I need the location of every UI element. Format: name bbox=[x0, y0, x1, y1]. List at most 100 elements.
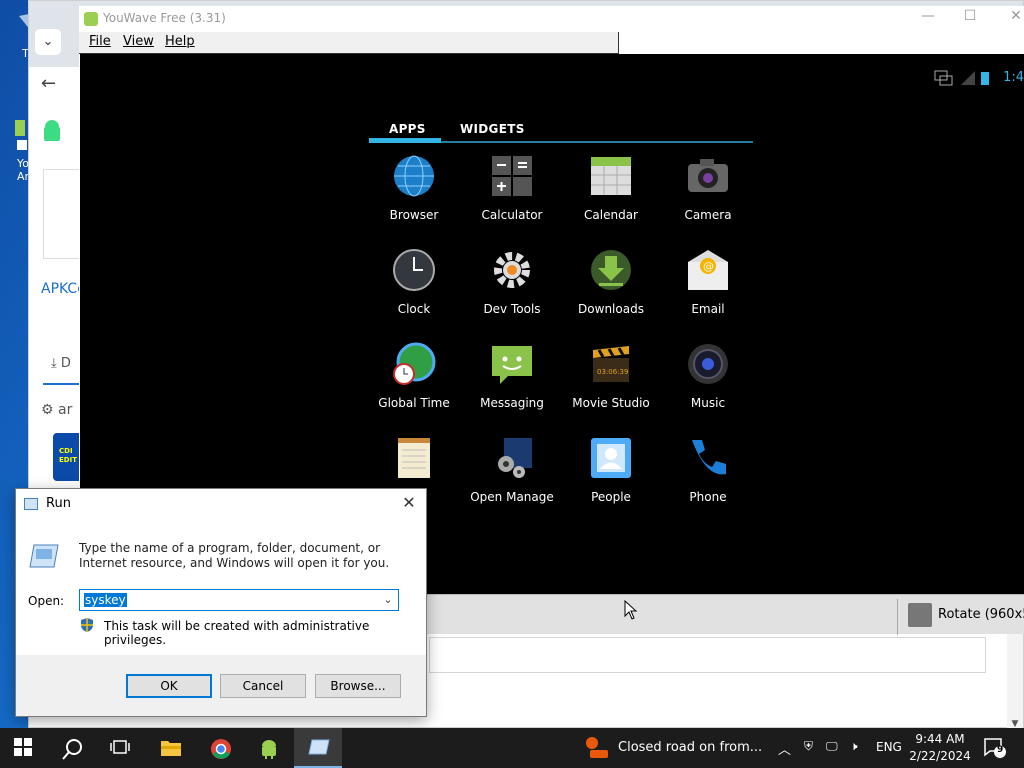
youwave-taskbar-button[interactable] bbox=[244, 728, 292, 768]
app-calculator[interactable]: Calculator bbox=[463, 154, 561, 238]
run-icon bbox=[24, 498, 38, 510]
notification-ticker[interactable]: Closed road on from... bbox=[584, 728, 774, 768]
volume-button[interactable]: 🕨 bbox=[850, 728, 868, 768]
run-taskbar-button[interactable] bbox=[294, 728, 342, 768]
notepad-icon bbox=[398, 438, 430, 478]
run-title: Run bbox=[46, 496, 71, 511]
app-open-manager[interactable]: Open Manage bbox=[463, 436, 561, 520]
search-button[interactable] bbox=[48, 728, 96, 768]
download-tab[interactable]: ⤓ D bbox=[51, 356, 71, 371]
app-clock[interactable]: Clock bbox=[365, 248, 463, 332]
tab-indicator bbox=[43, 383, 83, 385]
language-label: ENG bbox=[876, 740, 902, 754]
app-movie-studio[interactable]: 03:06:39 Movie Studio bbox=[562, 342, 660, 426]
rotate-button[interactable]: Rotate (960x54 bbox=[897, 599, 1024, 635]
app-people[interactable]: People bbox=[562, 436, 660, 520]
chevron-up-icon: ︿ bbox=[778, 743, 792, 758]
app-dev-tools[interactable]: Dev Tools bbox=[463, 248, 561, 332]
close-button[interactable]: ✕ bbox=[398, 493, 420, 512]
app-messaging[interactable]: Messaging bbox=[463, 342, 561, 426]
battery-icon bbox=[981, 72, 989, 85]
android-icon bbox=[262, 740, 276, 759]
app-thumbnail-label: CDI EDIT bbox=[59, 447, 77, 464]
app-downloads[interactable]: Downloads bbox=[562, 248, 660, 332]
traffic-alert-icon bbox=[586, 737, 608, 758]
run-titlebar: Run ✕ bbox=[16, 489, 426, 519]
tray-overflow-button[interactable]: ︿ bbox=[778, 728, 796, 768]
youwave-titlebar: YouWave Free (3.31) — ☐ ✕ bbox=[79, 6, 1024, 32]
app-label: Calculator bbox=[481, 208, 543, 222]
search-icon bbox=[62, 739, 82, 760]
tray-icon[interactable]: 🖵 bbox=[826, 728, 844, 768]
run-body: Type the name of a program, folder, docu… bbox=[16, 519, 426, 655]
download-icon bbox=[591, 250, 631, 290]
page-input-field[interactable] bbox=[429, 637, 986, 673]
clock-button[interactable]: 9:44 AM 2/22/2024 bbox=[908, 728, 972, 768]
app-global-time[interactable]: Global Time bbox=[365, 342, 463, 426]
network-icon bbox=[934, 70, 953, 86]
chevron-down-icon[interactable]: ⌄ bbox=[378, 590, 398, 610]
app-label: Messaging bbox=[480, 396, 544, 410]
app-label: Email bbox=[691, 302, 725, 316]
app-label: Dev Tools bbox=[483, 302, 541, 316]
settings-row-label: ar bbox=[58, 402, 73, 418]
rotate-icon bbox=[908, 603, 932, 627]
start-button[interactable] bbox=[0, 728, 48, 768]
file-explorer-button[interactable] bbox=[146, 728, 194, 768]
app-phone[interactable]: Phone bbox=[659, 436, 757, 520]
speaker-icon bbox=[688, 344, 728, 384]
chrome-icon bbox=[211, 739, 231, 759]
settings-row[interactable]: ⚙ ar bbox=[41, 402, 72, 418]
browse-button[interactable]: Browse... bbox=[315, 674, 401, 698]
contact-icon bbox=[591, 438, 631, 478]
menu-help[interactable]: Help bbox=[165, 34, 195, 49]
cancel-button[interactable]: Cancel bbox=[220, 674, 306, 698]
phone-icon bbox=[692, 440, 726, 475]
app-label: Movie Studio bbox=[572, 396, 650, 410]
maximize-button[interactable]: ☐ bbox=[959, 8, 981, 24]
app-music[interactable]: Music bbox=[659, 342, 757, 426]
run-program-icon bbox=[308, 739, 330, 755]
app-calendar[interactable]: Calendar bbox=[562, 154, 660, 238]
clock-date: 2/22/2024 bbox=[909, 749, 971, 763]
admin-note: This task will be created with administr… bbox=[104, 619, 370, 647]
open-input[interactable]: syskey ⌄ bbox=[79, 589, 399, 611]
globe-icon bbox=[394, 155, 434, 197]
clock-time: 9:44 AM bbox=[915, 732, 965, 746]
app-label: Browser bbox=[389, 208, 439, 222]
task-view-button[interactable] bbox=[96, 728, 144, 768]
run-dialog: Run ✕ Type the name of a program, folder… bbox=[15, 488, 427, 717]
windows-icon bbox=[14, 738, 32, 756]
app-browser[interactable]: Browser bbox=[365, 154, 463, 238]
monitor-icon: 🖵 bbox=[826, 739, 838, 753]
language-button[interactable]: ENG bbox=[876, 728, 902, 768]
run-description: Type the name of a program, folder, docu… bbox=[79, 541, 390, 570]
app-label: Downloads bbox=[578, 302, 644, 316]
chrome-button[interactable] bbox=[196, 728, 244, 768]
tray-icon[interactable]: ⛨ bbox=[804, 728, 820, 768]
app-label: Calendar bbox=[584, 208, 638, 222]
app-email[interactable]: @ Email bbox=[659, 248, 757, 332]
chevron-down-icon[interactable]: ⌄ bbox=[35, 29, 61, 55]
chip-icon: ⚙ bbox=[41, 402, 54, 418]
clock-icon bbox=[393, 249, 435, 291]
svg-text:@: @ bbox=[703, 260, 714, 273]
tab-widgets[interactable]: WIDGETS bbox=[460, 122, 525, 136]
action-center-button[interactable]: 9 bbox=[982, 728, 1010, 768]
close-button[interactable]: ✕ bbox=[1005, 8, 1024, 24]
back-arrow-icon[interactable]: ← bbox=[41, 73, 56, 94]
open-label: Open: bbox=[28, 594, 65, 608]
gear-icon bbox=[494, 252, 530, 288]
app-camera[interactable]: Camera bbox=[659, 154, 757, 238]
tab-apps[interactable]: APPS bbox=[389, 122, 426, 136]
android-status-bar: 1:4 bbox=[934, 68, 1024, 88]
menu-view[interactable]: View bbox=[123, 34, 154, 49]
ok-button[interactable]: OK bbox=[126, 674, 212, 698]
gears-icon bbox=[498, 438, 532, 478]
clapper-icon: 03:06:39 bbox=[593, 346, 629, 382]
taskbar: Closed road on from... ︿ ⛨ 🖵 🕨 ENG 9:44 … bbox=[0, 728, 1024, 768]
minimize-button[interactable]: — bbox=[917, 8, 939, 24]
task-view-icon bbox=[110, 740, 130, 754]
tab-selected-indicator bbox=[369, 138, 441, 143]
menu-file[interactable]: File bbox=[89, 34, 111, 49]
